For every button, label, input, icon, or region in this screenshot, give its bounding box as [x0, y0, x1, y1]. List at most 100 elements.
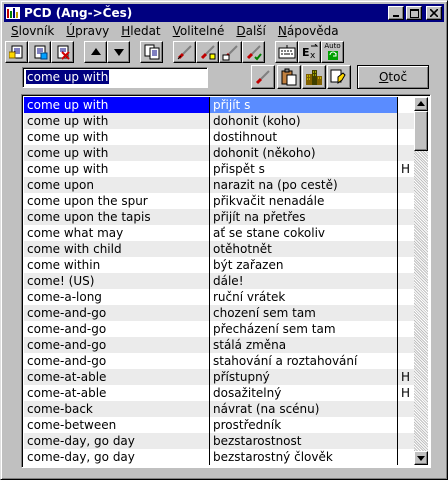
czech-translation: stálá změna [209, 337, 397, 353]
list-item[interactable]: come what may ať se stane cokoliv [24, 225, 414, 241]
hand-icon [330, 69, 346, 84]
czech-translation: přecházení sem tam [209, 321, 397, 337]
arrow-down-icon [417, 456, 425, 461]
minimize-button[interactable] [388, 6, 404, 20]
czech-translation: otěhotnět [209, 241, 397, 257]
english-term: come-and-go [27, 338, 107, 352]
entry-flag [397, 289, 414, 305]
brush-icon [255, 70, 270, 85]
list-item[interactable]: come-day, go day bezstarostnost [24, 433, 414, 449]
edit-entry-button[interactable] [28, 41, 51, 63]
list-item[interactable]: come-and-go stálá změna [24, 337, 414, 353]
keyboard-button[interactable] [275, 41, 298, 63]
english-term: come up with [24, 97, 209, 113]
list-item[interactable]: come-and-go stahování a roztahování [24, 353, 414, 369]
english-term: come-at-able [27, 386, 107, 400]
building-icon [306, 70, 322, 85]
english-term: come-day, go day [27, 434, 135, 448]
english-term: come-and-go [27, 322, 107, 336]
menu-upravy[interactable]: Úpravy [60, 23, 115, 39]
czech-translation: přispět s [209, 161, 397, 177]
swap-direction-button[interactable]: Otoč [357, 65, 429, 89]
english-term: come what may [27, 226, 124, 240]
english-term: come upon [27, 178, 94, 192]
entry-flag: H [397, 385, 414, 401]
czech-translation: dostihnout [209, 129, 397, 145]
scroll-thumb[interactable] [414, 111, 428, 151]
list-item[interactable]: come-day, go day bezstarostný člověk [24, 449, 414, 465]
list-item[interactable]: come with child otěhotnět [24, 241, 414, 257]
exact-search-button[interactable]: Ex [298, 41, 321, 63]
new-entry-button[interactable] [5, 41, 28, 63]
list-item[interactable]: come within být zařazen [24, 257, 414, 273]
title-bar[interactable]: PCD (Ang->Čes) [4, 4, 444, 22]
scroll-down-button[interactable] [414, 451, 428, 465]
english-term: come-back [27, 402, 93, 416]
menu-hledat[interactable]: Hledat [115, 23, 166, 39]
list-item[interactable]: come-a-long ruční vrátek [24, 289, 414, 305]
exact-search-icon: Ex [302, 44, 318, 60]
results-list[interactable]: come up with přijít s come up with dohonit … [21, 94, 431, 468]
list-item[interactable]: come! (US) dále! [24, 273, 414, 289]
list-item[interactable]: come up with dostihnout [24, 129, 414, 145]
toolbar: Ex Auto [5, 39, 443, 65]
english-term: come up with [27, 114, 109, 128]
vertical-scrollbar[interactable] [414, 97, 428, 465]
list-item[interactable]: come-at-able přístupný H [24, 369, 414, 385]
keyboard-icon [278, 45, 295, 59]
clear-brush-button[interactable] [251, 65, 275, 89]
copy-button[interactable] [140, 41, 163, 63]
entry-flag [397, 401, 414, 417]
list-item[interactable]: come up with přijít s [24, 97, 414, 113]
new-entry-icon [8, 45, 22, 59]
entry-flag [397, 321, 414, 337]
list-item[interactable]: come-between prostředník [24, 417, 414, 433]
app-icon[interactable] [6, 6, 20, 20]
menu-volitelne[interactable]: Volitelné [167, 23, 231, 39]
list-item[interactable]: come-back návrat (na scénu) [24, 401, 414, 417]
results-rows: come up with přijít s come up with dohonit … [24, 97, 414, 465]
favorites-button[interactable] [327, 65, 351, 89]
list-item[interactable]: come up with dohonit (někoho) [24, 145, 414, 161]
english-term: come-and-go [27, 354, 107, 368]
menu-napoveda[interactable]: Nápověda [272, 23, 345, 39]
auto-button[interactable]: Auto [321, 41, 344, 63]
copy-icon [144, 44, 159, 60]
list-item[interactable]: come up with dohonit (koho) [24, 113, 414, 129]
menu-dalsi[interactable]: Další [230, 23, 272, 39]
list-item[interactable]: come upon the tapis přijít na přetřes [24, 209, 414, 225]
list-item[interactable]: come-and-go přecházení sem tam [24, 321, 414, 337]
previous-button[interactable] [84, 41, 107, 63]
paste-button[interactable] [277, 65, 301, 89]
czech-translation: ať se stane cokoliv [209, 225, 397, 241]
brush-button-3[interactable] [219, 41, 242, 63]
list-item[interactable]: come upon narazit na (po cestě) [24, 177, 414, 193]
search-input[interactable]: come up with [22, 67, 208, 88]
paste-icon [281, 68, 297, 86]
english-term: come up with [27, 146, 109, 160]
czech-translation: přijít na přetřes [209, 209, 397, 225]
delete-entry-icon [57, 45, 70, 60]
scroll-up-button[interactable] [414, 97, 428, 111]
list-item[interactable]: come-at-able dosažitelný H [24, 385, 414, 401]
arrow-down-icon [113, 49, 124, 56]
entry-flag [397, 449, 414, 465]
close-button[interactable] [426, 6, 442, 20]
entry-flag [397, 433, 414, 449]
delete-entry-button[interactable] [51, 41, 74, 63]
brush-button-1[interactable] [173, 41, 196, 63]
entry-flag [397, 145, 414, 161]
list-item[interactable]: come upon the spur přikvačit nenadále [24, 193, 414, 209]
brush-button-4[interactable] [242, 41, 265, 63]
entry-flag [397, 209, 414, 225]
menu-slovnik[interactable]: Slovník [5, 23, 60, 39]
entry-flag [397, 97, 414, 113]
list-item[interactable]: come-and-go chození sem tam [24, 305, 414, 321]
city-button[interactable] [302, 65, 326, 89]
maximize-button[interactable] [406, 6, 422, 20]
brush-icon [200, 45, 215, 60]
brush-button-2[interactable] [196, 41, 219, 63]
next-button[interactable] [107, 41, 130, 63]
list-item[interactable]: come up with přispět sH [24, 161, 414, 177]
entry-flag [397, 177, 414, 193]
